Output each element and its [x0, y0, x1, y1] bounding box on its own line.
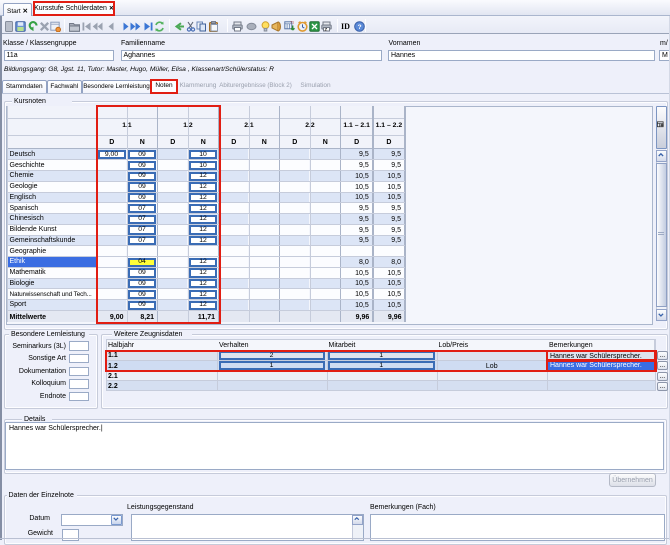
- svg-text:?: ?: [357, 24, 361, 31]
- svg-text:Z: Z: [324, 27, 327, 32]
- svg-text:71: 71: [290, 21, 294, 25]
